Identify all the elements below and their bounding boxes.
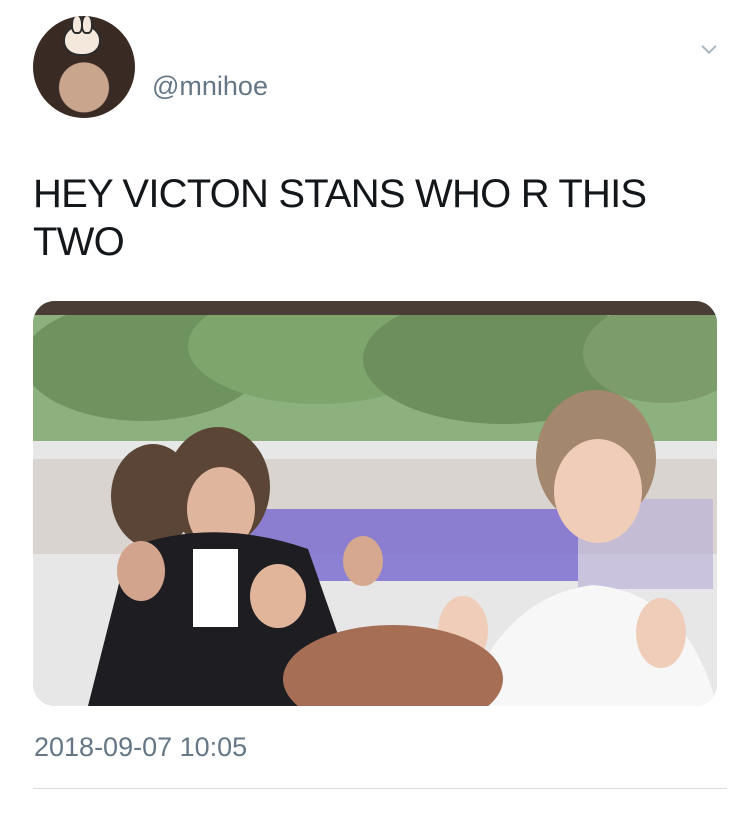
tweet-divider [33,788,727,789]
tweet-photo[interactable] [33,301,717,706]
tweet-timestamp[interactable]: 2018-09-07 10:05 [34,732,247,762]
tweet-card: @mnihoe HEY VICTON STANS WHO R THIS TWO [0,0,750,818]
user-avatar[interactable] [33,16,135,118]
bunny-sticker-icon [63,16,101,56]
user-handle[interactable]: @mnihoe [152,71,268,101]
tweet-text: HEY VICTON STANS WHO R THIS TWO [33,172,647,264]
chevron-down-icon[interactable] [698,39,720,61]
